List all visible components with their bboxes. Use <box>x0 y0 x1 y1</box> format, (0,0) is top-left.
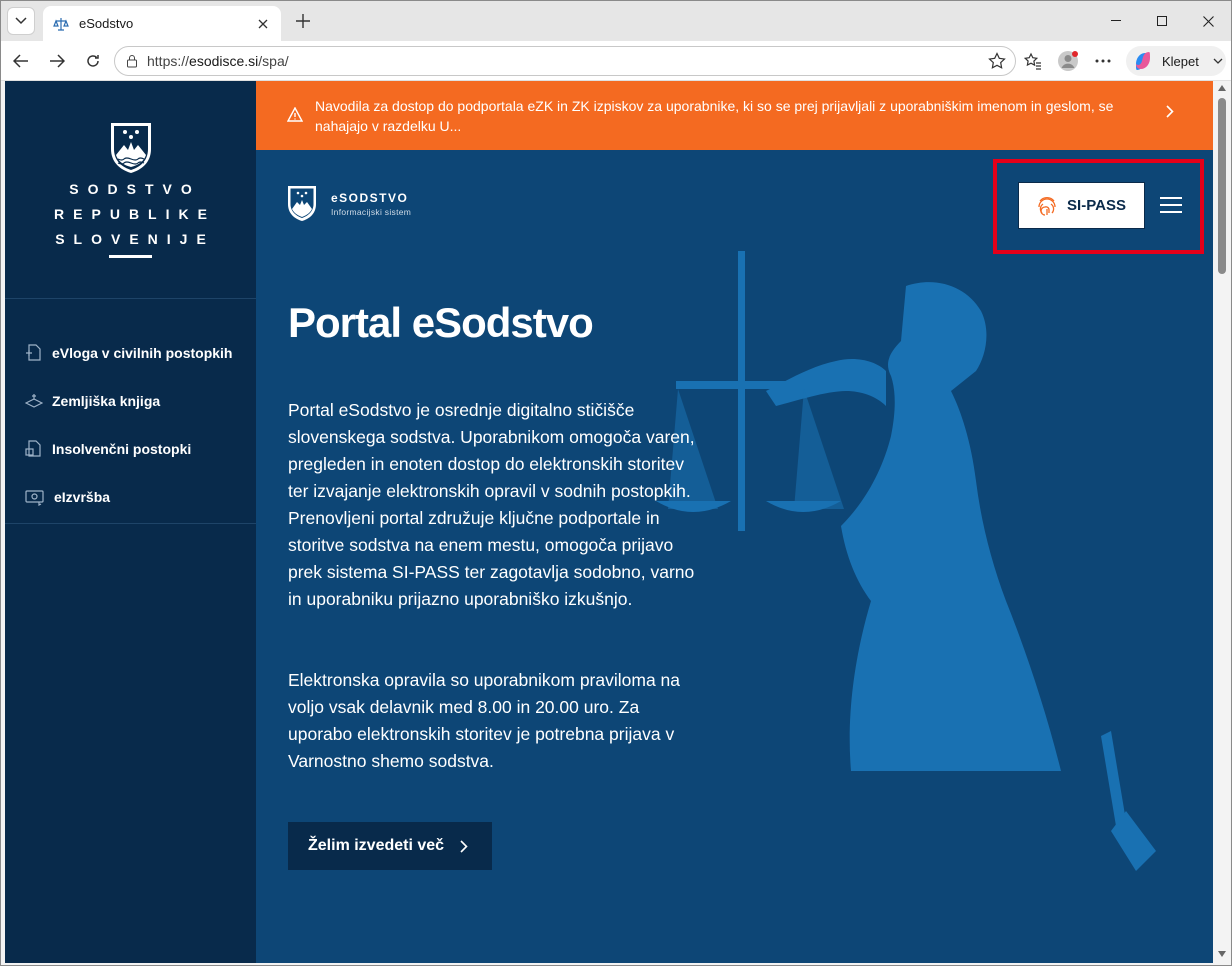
url-domain: esodisce.si <box>189 53 259 69</box>
address-bar[interactable]: https://esodisce.si/spa/ <box>114 46 1016 76</box>
chevron-down-icon <box>1213 58 1223 64</box>
tab-esodstvo[interactable]: eSodstvo <box>43 6 281 41</box>
land-registry-icon <box>25 394 43 408</box>
hamburger-line <box>1160 204 1182 206</box>
main-content: Navodila za dostop do podportala eZK in … <box>256 81 1213 963</box>
fingerprint-icon <box>1038 196 1056 216</box>
logo-name: eSODSTVO <box>331 191 409 205</box>
url-prefix: https:// <box>147 53 190 69</box>
url-path: /spa/ <box>258 53 289 69</box>
coat-of-arms-icon <box>288 186 316 221</box>
copilot-chat-button[interactable]: Klepet <box>1126 46 1226 76</box>
brand-underline <box>109 255 152 258</box>
slovenia-coat-of-arms-icon <box>111 123 151 173</box>
tab-close-icon[interactable] <box>255 16 271 32</box>
brand-line-2: REPUBLIKE <box>54 206 216 222</box>
url-text: https://esodisce.si/spa/ <box>147 53 985 69</box>
chevron-down-icon <box>15 17 27 25</box>
tab-title: eSodstvo <box>79 16 134 31</box>
si-pass-label: SI-PASS <box>1067 197 1126 214</box>
sidebar: SODSTVO REPUBLIKE SLOVENIJE eVloga v civ… <box>5 81 256 963</box>
reload-icon <box>87 55 99 67</box>
announcement-banner[interactable]: Navodila za dostop do podportala eZK in … <box>256 81 1213 150</box>
avatar-icon <box>1058 51 1078 71</box>
more-options-button[interactable] <box>1091 49 1115 73</box>
sidebar-item-insolvencni-postopki[interactable]: Insolvenčni postopki <box>5 425 256 473</box>
plus-icon <box>296 14 310 28</box>
maximize-icon <box>1157 16 1167 26</box>
scroll-down-arrow-icon[interactable] <box>1218 951 1226 957</box>
logo-subtitle: Informacijski sistem <box>331 207 412 217</box>
favorites-list-icon <box>1024 52 1041 70</box>
hours-paragraph: Elektronska opravila so uporabnikom prav… <box>288 670 681 771</box>
close-icon <box>1202 15 1214 27</box>
sidebar-item-label: Zemljiška knjiga <box>52 393 161 409</box>
tab-actions-menu-button[interactable] <box>7 7 35 35</box>
announcement-text: Navodila za dostop do podportala eZK in … <box>315 98 1114 134</box>
tab-strip: eSodstvo <box>1 1 1231 41</box>
maximize-button[interactable] <box>1139 1 1185 41</box>
learn-more-button[interactable]: Želim izvedeti več <box>288 822 492 870</box>
page-title: Portal eSodstvo <box>288 299 594 346</box>
sidebar-nav: eVloga v civilnih postopkih Zemljiška kn… <box>5 299 256 524</box>
file-add-icon <box>26 344 41 361</box>
chevron-right-icon[interactable] <box>1166 105 1174 118</box>
brand-line-1: SODSTVO <box>69 181 201 197</box>
lock-icon <box>127 55 137 68</box>
insolvency-icon <box>25 440 41 457</box>
star-icon <box>988 52 1006 69</box>
arrow-right-icon <box>50 54 65 68</box>
warning-icon <box>287 107 303 122</box>
page-scrollbar[interactable] <box>1213 81 1231 963</box>
esodstvo-logo[interactable]: eSODSTVO Informacijski sistem <box>287 185 411 223</box>
favorite-star-button[interactable] <box>985 49 1009 73</box>
chevron-right-icon <box>460 839 468 853</box>
hamburger-line <box>1160 197 1182 199</box>
sidebar-brand[interactable]: SODSTVO REPUBLIKE SLOVENIJE <box>5 81 256 299</box>
browser-toolbar: https://esodisce.si/spa/ Klepet <box>1 41 1231 81</box>
sidebar-item-zemljiska-knjiga[interactable]: Zemljiška knjiga <box>5 377 256 425</box>
lady-justice-background-illustration <box>656 251 1156 871</box>
sidebar-item-eizvrsba[interactable]: eIzvršba <box>5 473 256 521</box>
favorites-button[interactable] <box>1021 49 1045 73</box>
sidebar-item-label: Insolvenčni postopki <box>52 441 192 457</box>
minimize-icon <box>1111 20 1121 21</box>
back-button[interactable] <box>9 49 33 73</box>
learn-more-label: Želim izvedeti več <box>308 837 445 854</box>
ellipsis-icon <box>1095 59 1111 63</box>
minimize-button[interactable] <box>1093 1 1139 41</box>
copilot-icon <box>1136 52 1150 70</box>
hamburger-line <box>1160 211 1182 213</box>
si-pass-login-button[interactable]: SI-PASS <box>1018 182 1145 229</box>
scrollbar-thumb[interactable] <box>1218 98 1226 274</box>
new-tab-button[interactable] <box>291 9 315 33</box>
profile-button[interactable] <box>1056 49 1080 73</box>
sidebar-item-label: eIzvršba <box>54 489 111 505</box>
web-page: SODSTVO REPUBLIKE SLOVENIJE eVloga v civ… <box>5 81 1213 963</box>
sidebar-item-evloga[interactable]: eVloga v civilnih postopkih <box>5 329 256 377</box>
browser-window: eSodstvo https://esodisce.si/spa/ Klepet… <box>0 0 1232 966</box>
forward-button[interactable] <box>45 49 69 73</box>
reload-button[interactable] <box>81 49 105 73</box>
scroll-up-arrow-icon[interactable] <box>1218 85 1226 91</box>
hamburger-menu-button[interactable] <box>1160 197 1182 215</box>
arrow-left-icon <box>13 54 28 68</box>
brand-line-3: SLOVENIJE <box>55 231 215 247</box>
enforcement-icon <box>25 490 44 506</box>
scales-favicon-icon <box>53 17 69 31</box>
intro-paragraph: Portal eSodstvo je osrednje digitalno st… <box>288 400 695 609</box>
sidebar-item-label: eVloga v civilnih postopkih <box>52 345 233 361</box>
close-window-button[interactable] <box>1185 1 1231 41</box>
copilot-label: Klepet <box>1162 53 1199 69</box>
